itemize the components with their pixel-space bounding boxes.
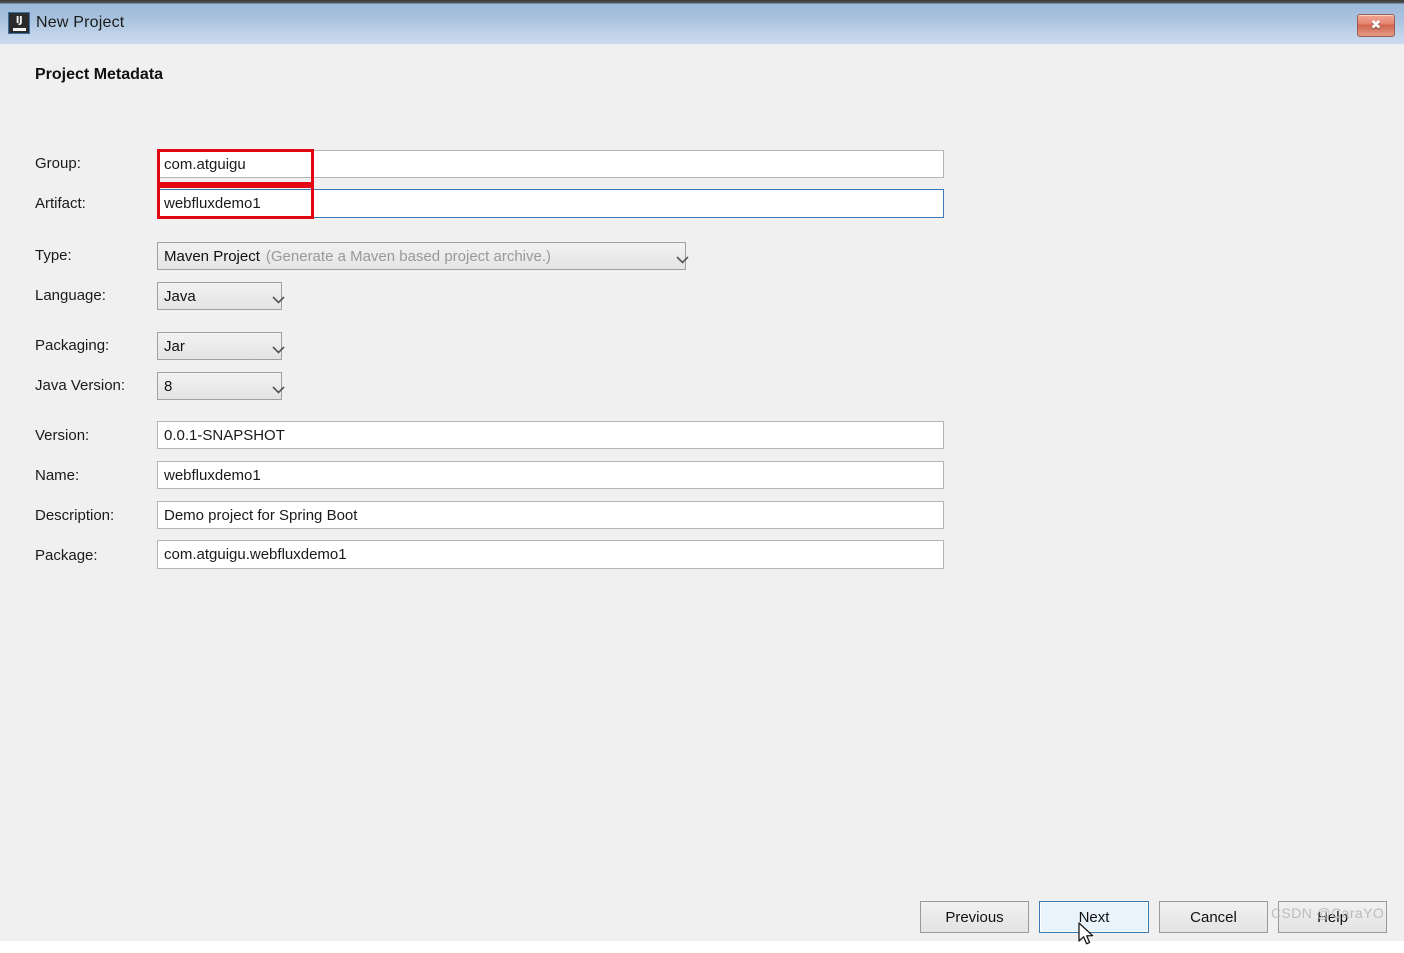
label-artifact: Artifact: (35, 195, 86, 212)
packaging-dropdown[interactable]: Jar (157, 332, 285, 360)
group-input[interactable]: com.atguigu (157, 150, 944, 178)
help-button[interactable]: Help (1278, 901, 1387, 933)
previous-button[interactable]: Previous (920, 901, 1029, 933)
language-dropdown-value: Java (164, 287, 196, 305)
type-dropdown[interactable]: Maven Project (Generate a Maven based pr… (157, 242, 689, 270)
artifact-input[interactable]: webfluxdemo1 (157, 189, 944, 218)
label-java-version: Java Version: (35, 377, 126, 394)
title-bar: IJ New Project ✖ (0, 4, 1404, 44)
java-version-dropdown-value: 8 (164, 377, 173, 395)
label-name: Name: (35, 467, 80, 484)
language-dropdown[interactable]: Java (157, 282, 285, 310)
label-package: Package: (35, 547, 98, 564)
version-input[interactable]: 0.0.1-SNAPSHOT (157, 421, 944, 449)
close-button[interactable]: ✖ (1357, 14, 1395, 37)
cancel-button[interactable]: Cancel (1159, 901, 1268, 933)
dialog-content: Project Metadata Group: com.atguigu Arti… (0, 44, 1404, 941)
label-type: Type: (35, 247, 72, 264)
label-version: Version: (35, 427, 90, 444)
label-group: Group: (35, 155, 81, 172)
label-packaging: Packaging: (35, 337, 110, 354)
type-dropdown-value: Maven Project (164, 247, 260, 265)
description-input[interactable]: Demo project for Spring Boot (157, 501, 944, 529)
name-input[interactable]: webfluxdemo1 (157, 461, 944, 489)
app-icon-letters: IJ (15, 14, 23, 26)
app-icon-bar (12, 27, 26, 31)
page-title: Project Metadata (35, 66, 164, 83)
new-project-dialog: IJ New Project ✖ Project Metadata Group:… (0, 0, 1404, 945)
close-icon: ✖ (1370, 18, 1382, 33)
next-button[interactable]: Next (1039, 901, 1149, 933)
window-title: New Project (36, 14, 125, 31)
package-input[interactable]: com.atguigu.webfluxdemo1 (157, 540, 944, 569)
packaging-dropdown-value: Jar (164, 337, 185, 355)
label-description: Description: (35, 507, 115, 524)
type-dropdown-hint: (Generate a Maven based project archive.… (265, 247, 552, 265)
label-language: Language: (35, 287, 106, 304)
intellij-idea-icon: IJ (8, 12, 30, 34)
java-version-dropdown[interactable]: 8 (157, 372, 285, 400)
